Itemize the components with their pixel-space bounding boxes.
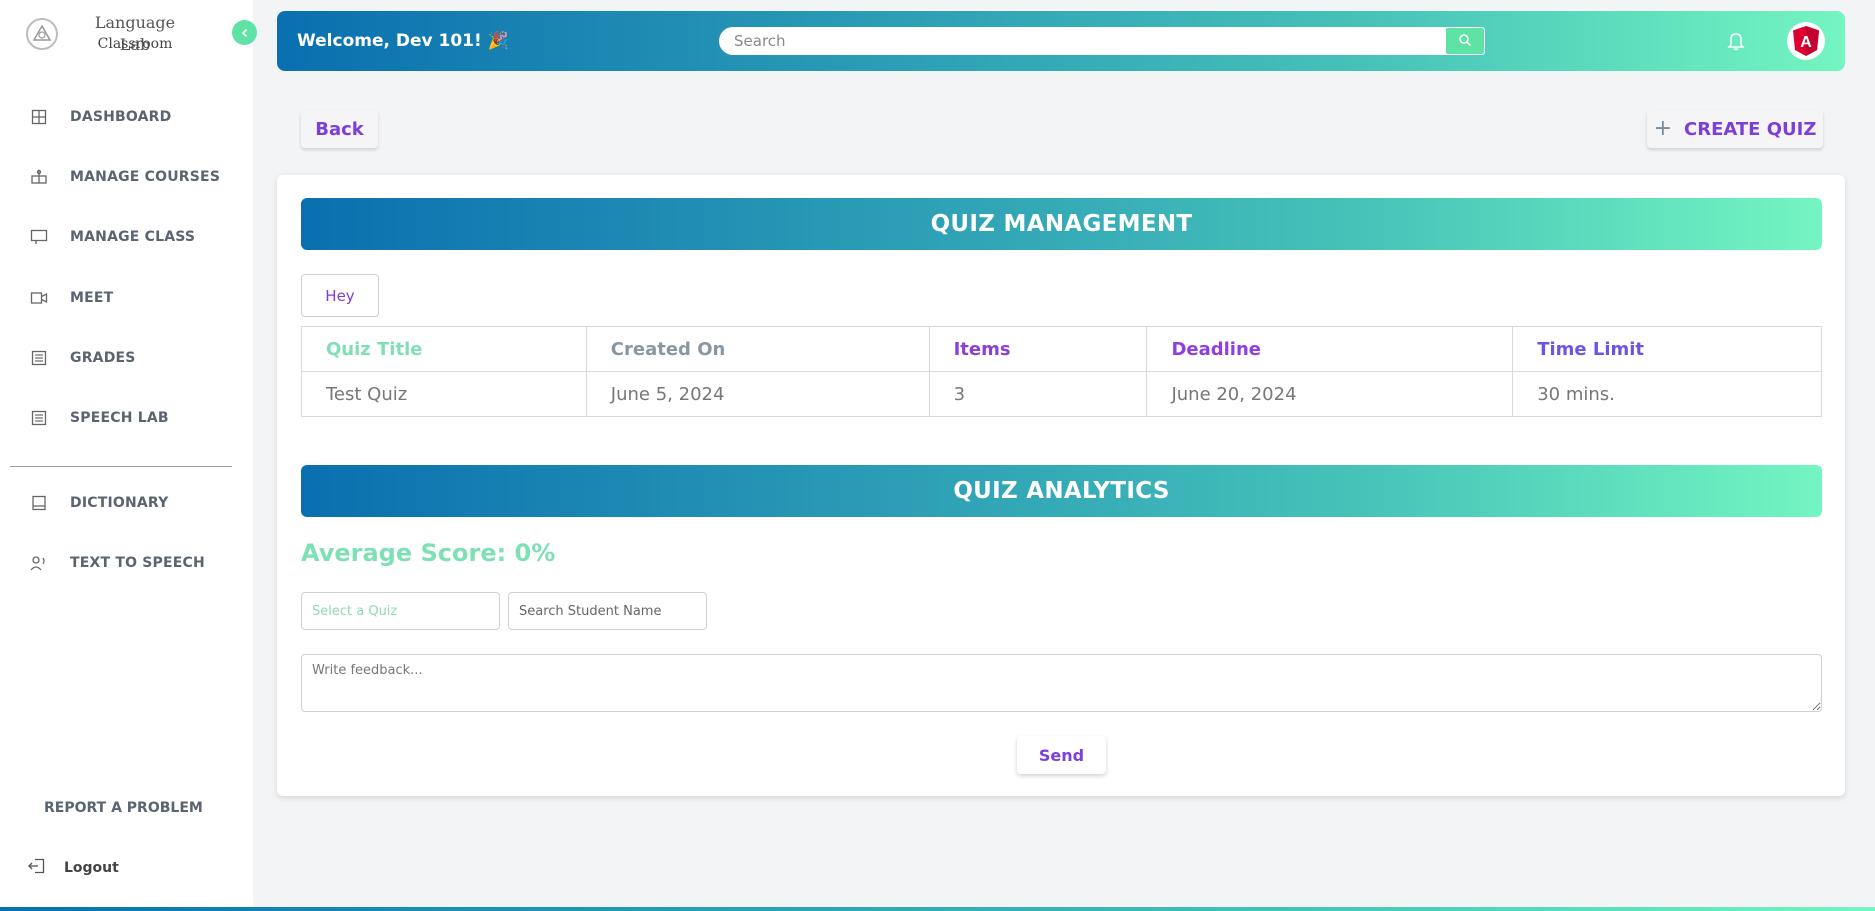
cell-created-on: June 5, 2024: [585, 371, 930, 417]
sidebar: Language Lab Classroom DASHBOARD MANAGE …: [0, 0, 253, 907]
search-bar: [719, 27, 1485, 55]
table-row[interactable]: Test Quiz June 5, 2024 3 June 20, 2024 3…: [301, 371, 1822, 417]
search-button[interactable]: [1445, 27, 1485, 55]
sidebar-item-label: MEET: [70, 290, 114, 306]
sidebar-item-label: TEXT TO SPEECH: [70, 555, 205, 571]
sidebar-item-dashboard[interactable]: DASHBOARD: [28, 102, 172, 132]
quiz-management-header: QUIZ MANAGEMENT: [301, 198, 1822, 250]
sidebar-item-label: GRADES: [70, 350, 136, 366]
back-button[interactable]: Back: [301, 110, 378, 148]
search-student-field[interactable]: [508, 592, 707, 630]
sidebar-item-grades[interactable]: GRADES: [28, 343, 136, 373]
brand[interactable]: Language Lab Classroom: [24, 12, 224, 60]
brand-subtitle: Classroom: [97, 36, 173, 52]
quiz-card: QUIZ MANAGEMENT Hey Quiz Title Created O…: [277, 175, 1845, 796]
column-header-items[interactable]: Items: [928, 326, 1148, 372]
select-quiz-field[interactable]: [301, 592, 500, 630]
create-quiz-button[interactable]: + CREATE QUIZ: [1647, 110, 1823, 148]
list-icon: [28, 347, 50, 369]
hey-button[interactable]: Hey: [301, 274, 379, 317]
column-header-time-limit[interactable]: Time Limit: [1512, 326, 1822, 372]
sidebar-item-label: DASHBOARD: [70, 109, 172, 125]
logout-button[interactable]: Logout: [28, 858, 119, 878]
sidebar-item-meet[interactable]: MEET: [28, 283, 113, 313]
sidebar-item-manage-class[interactable]: MANAGE CLASS: [28, 222, 195, 252]
avatar-letter: A: [1800, 34, 1812, 51]
sidebar-item-label: MANAGE CLASS: [70, 229, 196, 245]
sidebar-divider: [10, 466, 232, 467]
create-quiz-label: CREATE QUIZ: [1684, 118, 1817, 140]
grid-icon: [28, 106, 50, 128]
search-icon: [1458, 32, 1472, 51]
sidebar-item-dictionary[interactable]: DICTIONARY: [28, 488, 168, 518]
welcome-message: Welcome, Dev 101! 🎉: [297, 31, 509, 51]
courses-icon: [28, 166, 50, 188]
column-header-deadline[interactable]: Deadline: [1146, 326, 1514, 372]
column-header-quiz-title[interactable]: Quiz Title: [301, 326, 587, 372]
chevron-left-icon: [240, 23, 250, 42]
avatar[interactable]: A: [1787, 22, 1825, 60]
sidebar-item-label: SPEECH LAB: [70, 410, 169, 426]
sidebar-item-label: MANAGE COURSES: [70, 169, 221, 185]
cell-items: 3: [928, 371, 1148, 417]
table-header-row: Quiz Title Created On Items Deadline Tim…: [301, 326, 1822, 372]
video-icon: [28, 287, 50, 309]
search-input[interactable]: [734, 28, 1434, 54]
sidebar-item-label: DICTIONARY: [70, 495, 169, 511]
send-button[interactable]: Send: [1017, 736, 1106, 774]
quiz-analytics-header: QUIZ ANALYTICS: [301, 465, 1822, 517]
list-icon: [28, 407, 50, 429]
logout-label: Logout: [64, 860, 119, 876]
logo-icon: [26, 18, 58, 50]
cell-quiz-title: Test Quiz: [301, 371, 587, 417]
feedback-textarea[interactable]: [301, 654, 1822, 712]
bell-icon[interactable]: [1725, 30, 1747, 52]
quiz-table: Quiz Title Created On Items Deadline Tim…: [301, 326, 1822, 417]
class-icon: [28, 226, 50, 248]
logout-icon: [28, 858, 46, 878]
sidebar-item-speech-lab[interactable]: SPEECH LAB: [28, 403, 169, 433]
sidebar-item-text-to-speech[interactable]: TEXT TO SPEECH: [28, 548, 205, 578]
collapse-sidebar-button[interactable]: [232, 20, 257, 45]
bottom-gradient-bar: [0, 907, 1875, 911]
cell-deadline: June 20, 2024: [1146, 371, 1514, 417]
report-problem-link[interactable]: REPORT A PROBLEM: [44, 800, 203, 816]
column-header-created-on[interactable]: Created On: [585, 326, 930, 372]
book-icon: [28, 492, 50, 514]
speaker-person-icon: [28, 552, 50, 574]
plus-icon: +: [1653, 116, 1672, 141]
cell-time-limit: 30 mins.: [1512, 371, 1822, 417]
average-score: Average Score: 0%: [301, 539, 556, 567]
top-header: Welcome, Dev 101! 🎉 A: [277, 11, 1845, 71]
sidebar-item-manage-courses[interactable]: MANAGE COURSES: [28, 162, 220, 192]
